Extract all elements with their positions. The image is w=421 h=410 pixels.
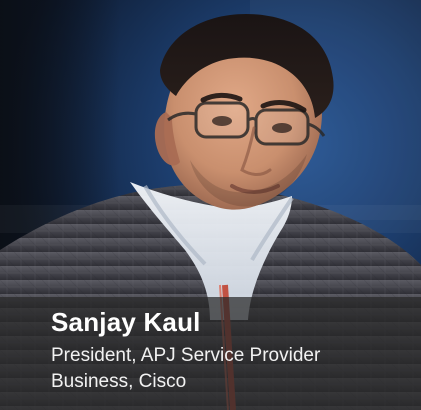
- person-name: Sanjay Kaul: [51, 307, 201, 337]
- person-title: President, APJ Service Provider Business…: [51, 345, 321, 392]
- caption-overlay: Sanjay Kaul President, APJ Service Provi…: [0, 297, 421, 410]
- speaker-card: Sanjay Kaul President, APJ Service Provi…: [0, 0, 421, 410]
